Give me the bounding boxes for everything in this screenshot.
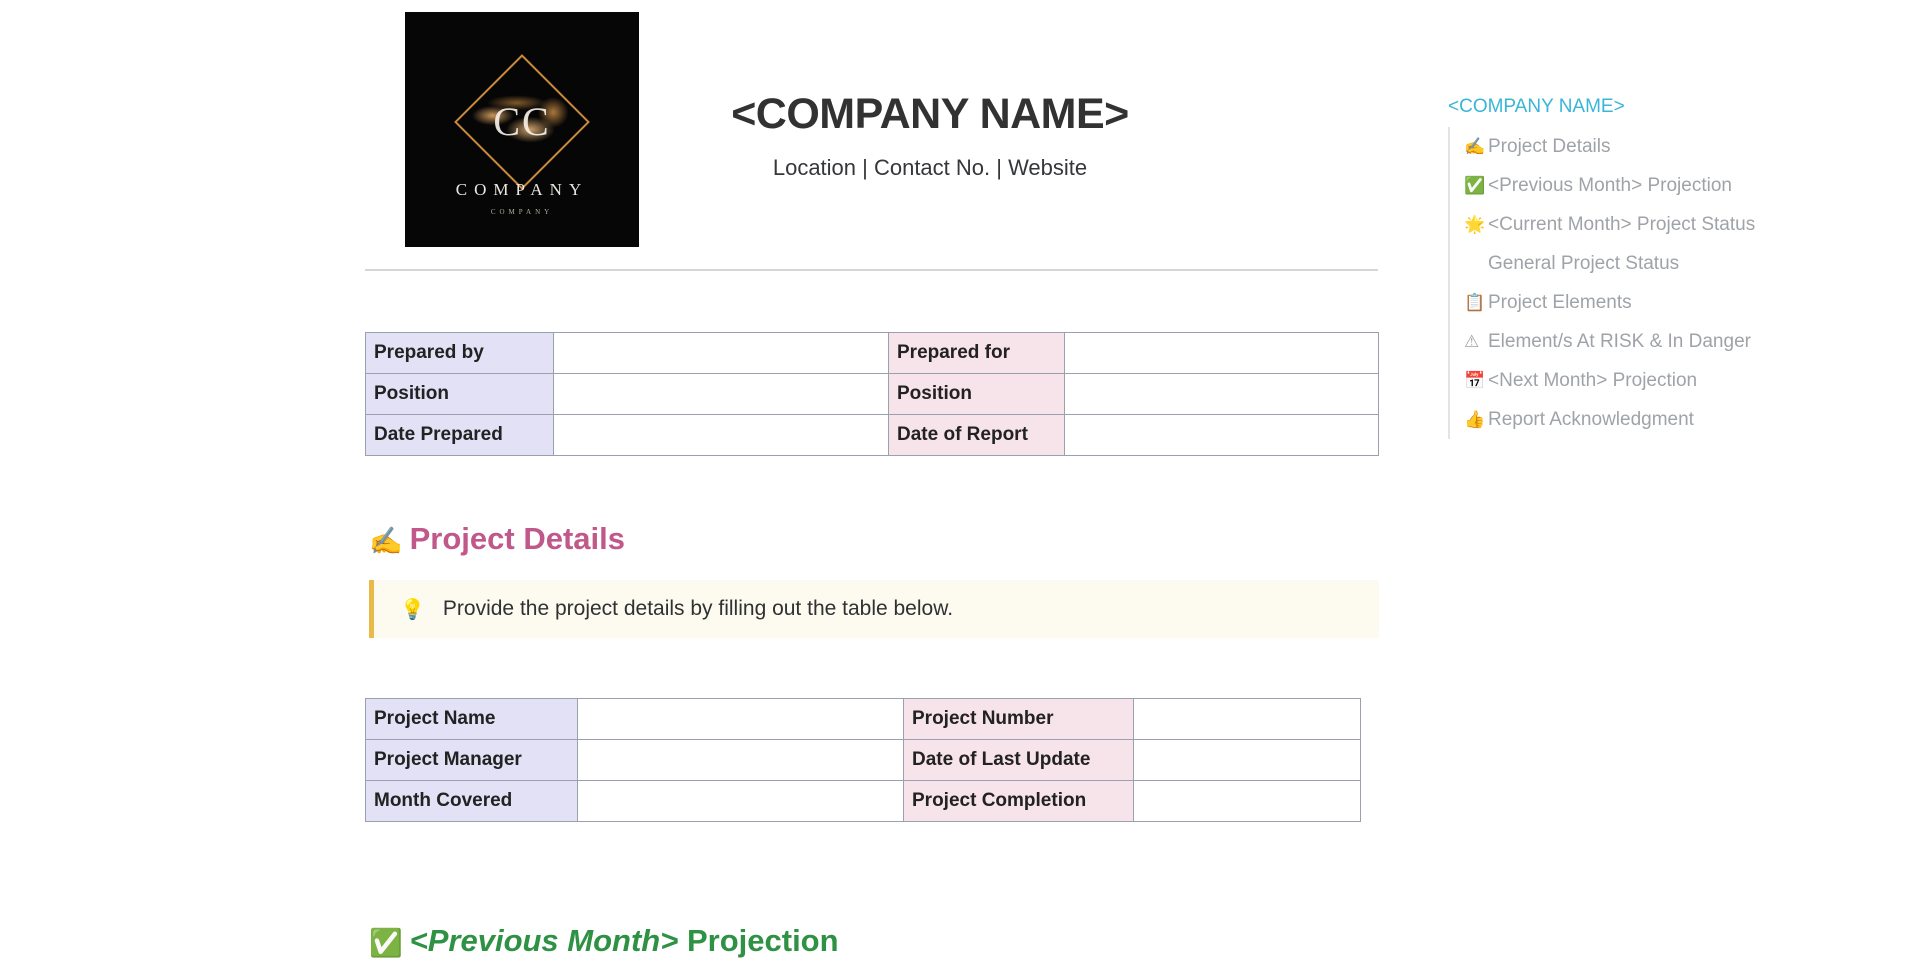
- cell-value[interactable]: [577, 780, 904, 822]
- logo-monogram: CC: [493, 99, 551, 144]
- company-logo: CC COMPANY COMPANY: [405, 12, 639, 247]
- thumbs-up-icon: 👍: [1464, 409, 1486, 430]
- info-callout: 💡 Provide the project details by filling…: [369, 580, 1379, 638]
- cell-value[interactable]: [577, 698, 904, 740]
- cell-label: Project Completion: [903, 780, 1134, 822]
- project-details-table-wrapper: Project Name Project Number Project Mana…: [365, 698, 1361, 822]
- toc-item-label: <Previous Month> Projection: [1488, 174, 1732, 196]
- cell-label: Date Prepared: [365, 414, 554, 456]
- toc-item-label: <Current Month> Project Status: [1488, 213, 1756, 235]
- page-title: <COMPANY NAME>: [731, 90, 1129, 138]
- table-row: Date Prepared Date of Report: [365, 414, 1379, 456]
- cell-label: Date of Report: [888, 414, 1065, 456]
- header-divider: [365, 269, 1378, 271]
- check-mark-button-icon: ✅: [1464, 175, 1486, 196]
- cell-label: Project Manager: [365, 739, 578, 781]
- prepared-by-table-wrapper: Prepared by Prepared for Position Positi…: [365, 332, 1379, 456]
- cell-label: Project Number: [903, 698, 1134, 740]
- toc-item-report-acknowledgment[interactable]: 👍 Report Acknowledgment: [1464, 400, 1878, 439]
- toc-item-current-month-project-status[interactable]: 🌟 <Current Month> Project Status: [1464, 205, 1878, 244]
- cell-label: Prepared by: [365, 332, 554, 374]
- prepared-by-table: Prepared by Prepared for Position Positi…: [365, 332, 1379, 456]
- company-contact-line: Location | Contact No. | Website: [772, 155, 1088, 180]
- cell-value[interactable]: [553, 332, 889, 374]
- toc-item-project-details[interactable]: ✍️ Project Details: [1464, 127, 1878, 166]
- cell-value[interactable]: [1133, 780, 1361, 822]
- writing-hand-icon: ✍️: [1464, 136, 1486, 157]
- toc-item-project-elements[interactable]: 📋 Project Elements: [1464, 283, 1878, 322]
- cell-label: Month Covered: [365, 780, 578, 822]
- cell-value[interactable]: [1133, 698, 1361, 740]
- toc-item-general-project-status[interactable]: General Project Status: [1464, 244, 1878, 283]
- project-details-table: Project Name Project Number Project Mana…: [365, 698, 1361, 822]
- cell-value[interactable]: [1133, 739, 1361, 781]
- cell-value[interactable]: [553, 373, 889, 415]
- document-page: CC COMPANY COMPANY <COMPANY NAME> Locati…: [0, 0, 1920, 976]
- document-header: CC COMPANY COMPANY <COMPANY NAME> Locati…: [365, 0, 1380, 271]
- table-of-contents: <COMPANY NAME> ✍️ Project Details ✅ <Pre…: [1448, 96, 1878, 439]
- table-row: Prepared by Prepared for: [365, 332, 1379, 374]
- writing-hand-icon: ✍️: [369, 526, 403, 557]
- cell-value[interactable]: [577, 739, 904, 781]
- check-mark-button-icon: ✅: [369, 928, 403, 959]
- section-heading-placeholder: <Previous Month>: [409, 923, 679, 958]
- logo-subtext: COMPANY: [490, 208, 554, 216]
- calendar-icon: 📅: [1464, 370, 1486, 391]
- callout-text: Provide the project details by filling o…: [442, 597, 954, 620]
- section-heading-label: Projection: [678, 923, 839, 958]
- warning-triangle-icon: ⚠: [1464, 331, 1480, 352]
- toc-item-label: Element/s At RISK & In Danger: [1488, 330, 1751, 352]
- toc-list: ✍️ Project Details ✅ <Previous Month> Pr…: [1448, 127, 1878, 439]
- cell-label: Date of Last Update: [903, 739, 1134, 781]
- toc-item-label: <Next Month> Projection: [1488, 369, 1698, 391]
- toc-item-label: Report Acknowledgment: [1488, 408, 1694, 430]
- cell-label: Position: [365, 373, 554, 415]
- lightbulb-icon: 💡: [400, 597, 425, 621]
- table-row: Month Covered Project Completion: [365, 780, 1361, 822]
- document-body: CC COMPANY COMPANY <COMPANY NAME> Locati…: [365, 0, 1380, 959]
- glowing-star-icon: 🌟: [1464, 214, 1486, 235]
- cell-value[interactable]: [1064, 332, 1379, 374]
- section-heading-project-details: ✍️ Project Details: [369, 521, 625, 557]
- table-row: Project Manager Date of Last Update: [365, 739, 1361, 781]
- section-heading-previous-month-projection: ✅ <Previous Month> Projection: [369, 923, 839, 959]
- table-row: Position Position: [365, 373, 1379, 415]
- section-heading-label: Project Details: [409, 521, 625, 556]
- toc-item-label: Project Details: [1488, 135, 1611, 157]
- toc-item-next-month-projection[interactable]: 📅 <Next Month> Projection: [1464, 361, 1878, 400]
- table-row: Project Name Project Number: [365, 698, 1361, 740]
- cell-label: Position: [888, 373, 1065, 415]
- cell-value[interactable]: [1064, 373, 1379, 415]
- toc-title[interactable]: <COMPANY NAME>: [1448, 96, 1878, 118]
- logo-artwork: CC COMPANY COMPANY: [405, 12, 639, 247]
- logo-wordmark: COMPANY: [455, 180, 589, 199]
- cell-label: Prepared for: [888, 332, 1065, 374]
- cell-value[interactable]: [1064, 414, 1379, 456]
- clipboard-icon: 📋: [1464, 292, 1486, 313]
- toc-item-previous-month-projection[interactable]: ✅ <Previous Month> Projection: [1464, 166, 1878, 205]
- toc-item-label: Project Elements: [1488, 291, 1632, 313]
- toc-item-label: General Project Status: [1488, 252, 1680, 274]
- cell-value[interactable]: [553, 414, 889, 456]
- toc-item-elements-at-risk[interactable]: ⚠ Element/s At RISK & In Danger: [1464, 322, 1878, 361]
- cell-label: Project Name: [365, 698, 578, 740]
